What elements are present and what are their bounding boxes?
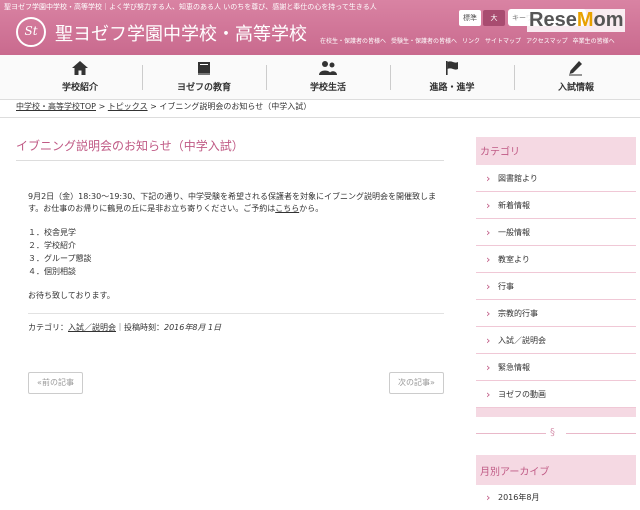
sidebar-categories: カテゴリ 図書館より 新着情報 一般情報 教室より 行事 宗教的行事 入試／説明… <box>476 137 636 417</box>
nav-education[interactable]: ヨゼフの教育 <box>142 55 266 100</box>
posted-date: 2016年8月 1日 <box>164 323 222 332</box>
breadcrumb: 中学校・高等学校TOP > トピックス > イブニング説明会のお知らせ（中学入試… <box>16 101 311 112</box>
sidebar-item-general[interactable]: 一般情報 <box>476 219 636 246</box>
divider <box>0 117 640 118</box>
sidebar-item-admissions[interactable]: 入試／説明会 <box>476 327 636 354</box>
posted-label: ｜投稿時刻： <box>116 323 164 332</box>
school-logo[interactable]: St <box>16 17 46 47</box>
school-name[interactable]: 聖ヨゼフ学園中学校・高等学校 <box>55 20 307 46</box>
section-separator: § <box>476 427 636 439</box>
divider <box>16 160 444 161</box>
top-link-access-map[interactable]: アクセスマップ <box>526 36 568 45</box>
top-link-current-students[interactable]: 在校生・保護者の皆様へ <box>320 36 386 45</box>
font-size-standard-button[interactable]: 標準 <box>459 10 481 26</box>
sidebar-item-emergency[interactable]: 緊急情報 <box>476 354 636 381</box>
sidebar-item-religious-events[interactable]: 宗教的行事 <box>476 300 636 327</box>
archive-heading: 月別アーカイブ <box>480 467 550 478</box>
article-body: 9月2日（金）18:30～19:30、下記の通り、中学受験を希望される保護者を対… <box>28 191 444 215</box>
pencil-icon <box>569 61 582 76</box>
list-item: １．校舎見学 <box>28 228 76 237</box>
font-size-large-button[interactable]: 大 <box>483 10 505 26</box>
reservation-link[interactable]: こちら <box>275 204 299 213</box>
sidebar-item-events[interactable]: 行事 <box>476 273 636 300</box>
sidebar-item-news[interactable]: 新着情報 <box>476 192 636 219</box>
list-item: ４．個別相談 <box>28 267 76 276</box>
nav-label: 学校生活 <box>309 83 346 93</box>
resemom-watermark: ReseMom <box>527 9 626 32</box>
top-link-applicants[interactable]: 受験生・保護者の皆様へ <box>391 36 457 45</box>
nav-label: 学校紹介 <box>61 83 98 93</box>
category-label: カテゴリ： <box>28 323 68 332</box>
category-heading: カテゴリ <box>480 147 520 158</box>
top-link-links[interactable]: リンク <box>462 36 480 45</box>
category-list: 図書館より 新着情報 一般情報 教室より 行事 宗教的行事 入試／説明会 緊急情… <box>476 165 636 408</box>
closing-text: お待ち致しております。 <box>28 291 115 300</box>
prev-article-button[interactable]: «前の記事 <box>28 372 83 394</box>
archive-item-2016-08[interactable]: 2016年8月 <box>476 485 636 510</box>
home-icon <box>72 61 88 75</box>
next-article-button[interactable]: 次の記事» <box>389 372 444 394</box>
sidebar-item-classroom[interactable]: 教室より <box>476 246 636 273</box>
font-size-switcher: 標準 大 <box>459 10 507 26</box>
article-body-text-end: から。 <box>299 204 324 213</box>
breadcrumb-topics-link[interactable]: トピックス <box>108 102 148 111</box>
main-nav: 学校紹介 ヨゼフの教育 学校生活 進路・進学 入試情報 <box>0 55 640 100</box>
list-item: ２．学校紹介 <box>28 241 76 250</box>
top-links: 在校生・保護者の皆様へ 受験生・保護者の皆様へ リンク サイトマップ アクセスマ… <box>320 36 620 45</box>
nav-school-life[interactable]: 学校生活 <box>266 55 390 100</box>
page-title: イブニング説明会のお知らせ（中学入試） <box>16 139 244 153</box>
article-meta: カテゴリ：入試／説明会｜投稿時刻：2016年8月 1日 <box>28 322 221 333</box>
nav-school-intro[interactable]: 学校紹介 <box>18 55 142 100</box>
divider <box>476 433 546 434</box>
nav-label: 入試情報 <box>557 83 594 93</box>
sidebar-archive: 月別アーカイブ 2016年8月 <box>476 455 636 510</box>
site-tagline: 聖ヨゼフ学園中学校・高等学校｜よく学び努力する人、知恵のある人 いのちを尊び、感… <box>4 3 377 11</box>
nav-career[interactable]: 進路・進学 <box>390 55 514 100</box>
breadcrumb-current: イブニング説明会のお知らせ（中学入試） <box>159 102 312 111</box>
top-link-sitemap[interactable]: サイトマップ <box>485 36 521 45</box>
sidebar-item-library[interactable]: 図書館より <box>476 165 636 192</box>
divider <box>28 313 444 314</box>
breadcrumb-separator: > <box>150 102 157 111</box>
category-link[interactable]: 入試／説明会 <box>68 323 116 332</box>
program-list: １．校舎見学 ２．学校紹介 ３．グループ懇談 ４．個別相談 <box>28 226 92 278</box>
people-icon <box>319 61 337 75</box>
breadcrumb-home-link[interactable]: 中学校・高等学校TOP <box>16 102 96 111</box>
site-header: 聖ヨゼフ学園中学校・高等学校｜よく学び努力する人、知恵のある人 いのちを尊び、感… <box>0 0 640 55</box>
list-item: ３．グループ懇談 <box>28 254 92 263</box>
book-icon <box>198 62 210 75</box>
top-link-alumni[interactable]: 卒業生の皆様へ <box>573 36 615 45</box>
article-body-text: 9月2日（金）18:30～19:30、下記の通り、中学受験を希望される保護者を対… <box>28 192 436 213</box>
sidebar-item-videos[interactable]: ヨゼフの動画 <box>476 381 636 408</box>
flag-icon <box>446 61 458 75</box>
breadcrumb-separator: > <box>98 102 106 111</box>
nav-label: ヨゼフの教育 <box>176 83 231 93</box>
nav-label: 進路・進学 <box>429 83 475 93</box>
section-icon: § <box>550 427 555 438</box>
divider <box>566 433 636 434</box>
nav-admissions[interactable]: 入試情報 <box>514 55 638 100</box>
